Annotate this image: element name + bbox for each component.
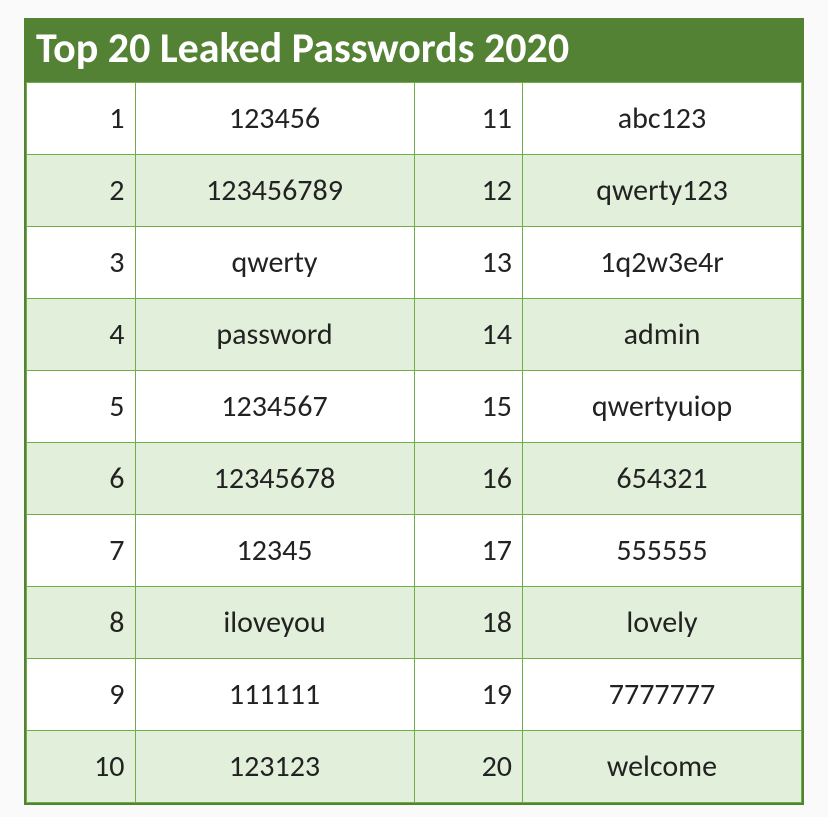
password-cell: 12345678 [135, 443, 414, 515]
rank-cell: 9 [27, 659, 136, 731]
rank-cell: 3 [27, 227, 136, 299]
rank-cell: 20 [414, 731, 523, 803]
password-cell: 123456 [135, 83, 414, 155]
rank-cell: 13 [414, 227, 523, 299]
rank-cell: 7 [27, 515, 136, 587]
rank-cell: 15 [414, 371, 523, 443]
password-cell: 555555 [523, 515, 802, 587]
password-cell: qwertyuiop [523, 371, 802, 443]
rank-cell: 2 [27, 155, 136, 227]
rank-cell: 11 [414, 83, 523, 155]
rank-cell: 1 [27, 83, 136, 155]
rank-cell: 8 [27, 587, 136, 659]
table-row: 2 123456789 12 qwerty123 [27, 155, 802, 227]
password-cell: 1q2w3e4r [523, 227, 802, 299]
password-cell: 12345 [135, 515, 414, 587]
passwords-table-container: Top 20 Leaked Passwords 2020 1 123456 11… [24, 18, 804, 805]
rank-cell: 4 [27, 299, 136, 371]
password-cell: 111111 [135, 659, 414, 731]
table-row: 8 iloveyou 18 lovely [27, 587, 802, 659]
password-cell: qwerty [135, 227, 414, 299]
rank-cell: 5 [27, 371, 136, 443]
rank-cell: 6 [27, 443, 136, 515]
password-cell: 123456789 [135, 155, 414, 227]
table-row: 1 123456 11 abc123 [27, 83, 802, 155]
table-title: Top 20 Leaked Passwords 2020 [26, 20, 802, 82]
table-row: 10 123123 20 welcome [27, 731, 802, 803]
table-row: 4 password 14 admin [27, 299, 802, 371]
table-row: 5 1234567 15 qwertyuiop [27, 371, 802, 443]
table-row: 3 qwerty 13 1q2w3e4r [27, 227, 802, 299]
table-row: 9 111111 19 7777777 [27, 659, 802, 731]
password-cell: lovely [523, 587, 802, 659]
rank-cell: 17 [414, 515, 523, 587]
password-cell: admin [523, 299, 802, 371]
password-cell: qwerty123 [523, 155, 802, 227]
password-cell: password [135, 299, 414, 371]
rank-cell: 12 [414, 155, 523, 227]
rank-cell: 16 [414, 443, 523, 515]
rank-cell: 18 [414, 587, 523, 659]
table-row: 6 12345678 16 654321 [27, 443, 802, 515]
password-cell: 7777777 [523, 659, 802, 731]
rank-cell: 10 [27, 731, 136, 803]
rank-cell: 19 [414, 659, 523, 731]
passwords-table: 1 123456 11 abc123 2 123456789 12 qwerty… [26, 82, 802, 803]
password-cell: welcome [523, 731, 802, 803]
password-cell: iloveyou [135, 587, 414, 659]
password-cell: 123123 [135, 731, 414, 803]
password-cell: 1234567 [135, 371, 414, 443]
table-row: 7 12345 17 555555 [27, 515, 802, 587]
password-cell: 654321 [523, 443, 802, 515]
password-cell: abc123 [523, 83, 802, 155]
rank-cell: 14 [414, 299, 523, 371]
